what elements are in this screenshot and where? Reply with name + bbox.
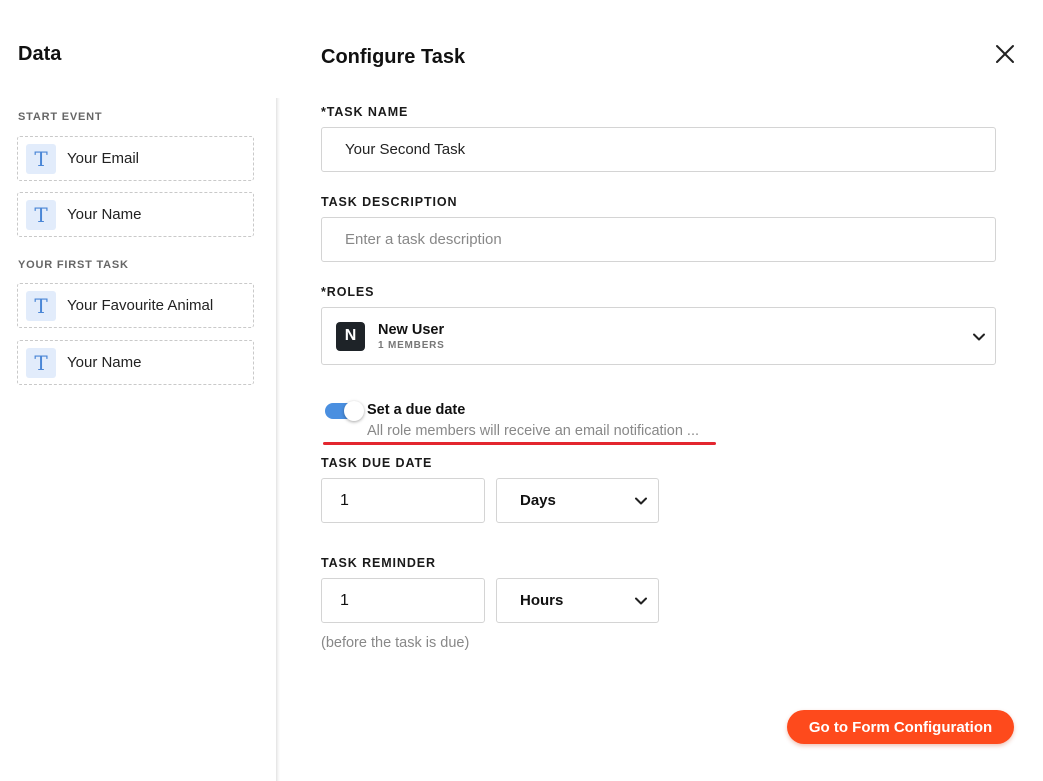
highlight-underline	[323, 442, 716, 445]
role-name: New User	[378, 321, 445, 338]
data-field-label: Your Name	[67, 206, 142, 223]
task-description-label: TASK DESCRIPTION	[321, 195, 458, 209]
toggle-knob	[344, 401, 364, 421]
task-name-input[interactable]	[321, 127, 996, 172]
task-reminder-label: TASK REMINDER	[321, 556, 436, 570]
role-avatar: N	[336, 321, 365, 351]
close-icon	[996, 45, 1014, 63]
page-title: Configure Task	[321, 46, 466, 68]
due-date-toggle-title: Set a due date	[367, 402, 466, 418]
unit-select-value: Hours	[520, 592, 564, 609]
go-to-form-configuration-button[interactable]: Go to Form Configuration	[787, 710, 1014, 744]
task-name-label: *TASK NAME	[321, 105, 409, 119]
chevron-down-icon	[634, 594, 648, 608]
task-due-date-unit-select[interactable]: Days	[496, 478, 659, 523]
task-due-date-input[interactable]	[321, 478, 485, 523]
text-field-icon: T	[26, 290, 56, 321]
due-date-toggle-description: All role members will receive an email n…	[367, 423, 700, 439]
roles-select[interactable]: N New User 1 MEMBERS	[321, 307, 996, 365]
section-label-your-first-task: YOUR FIRST TASK	[18, 259, 129, 271]
role-member-count: 1 MEMBERS	[378, 339, 445, 351]
close-button[interactable]	[992, 41, 1018, 67]
task-due-date-label: TASK DUE DATE	[321, 456, 433, 470]
chevron-down-icon	[972, 330, 986, 344]
task-reminder-hint: (before the task is due)	[321, 635, 470, 651]
text-field-icon: T	[26, 199, 56, 230]
text-field-icon: T	[26, 143, 56, 174]
data-field-your-favourite-animal[interactable]: T Your Favourite Animal	[17, 283, 254, 328]
text-field-icon: T	[26, 347, 56, 378]
chevron-down-icon	[634, 494, 648, 508]
task-reminder-input[interactable]	[321, 578, 485, 623]
data-field-your-name[interactable]: T Your Name	[17, 192, 254, 237]
sidebar-title: Data	[18, 43, 62, 65]
data-field-label: Your Email	[67, 150, 139, 167]
data-field-your-email[interactable]: T Your Email	[17, 136, 254, 181]
data-sidebar: Data START EVENT T Your Email T Your Nam…	[0, 0, 276, 781]
data-field-label: Your Name	[67, 354, 142, 371]
task-description-input[interactable]	[321, 217, 996, 262]
sidebar-divider	[276, 98, 280, 781]
data-field-label: Your Favourite Animal	[67, 297, 214, 314]
section-label-start-event: START EVENT	[18, 111, 103, 123]
due-date-toggle[interactable]	[325, 401, 364, 421]
task-reminder-unit-select[interactable]: Hours	[496, 578, 659, 623]
unit-select-value: Days	[520, 492, 556, 509]
roles-label: *ROLES	[321, 285, 375, 299]
data-field-your-name-2[interactable]: T Your Name	[17, 340, 254, 385]
